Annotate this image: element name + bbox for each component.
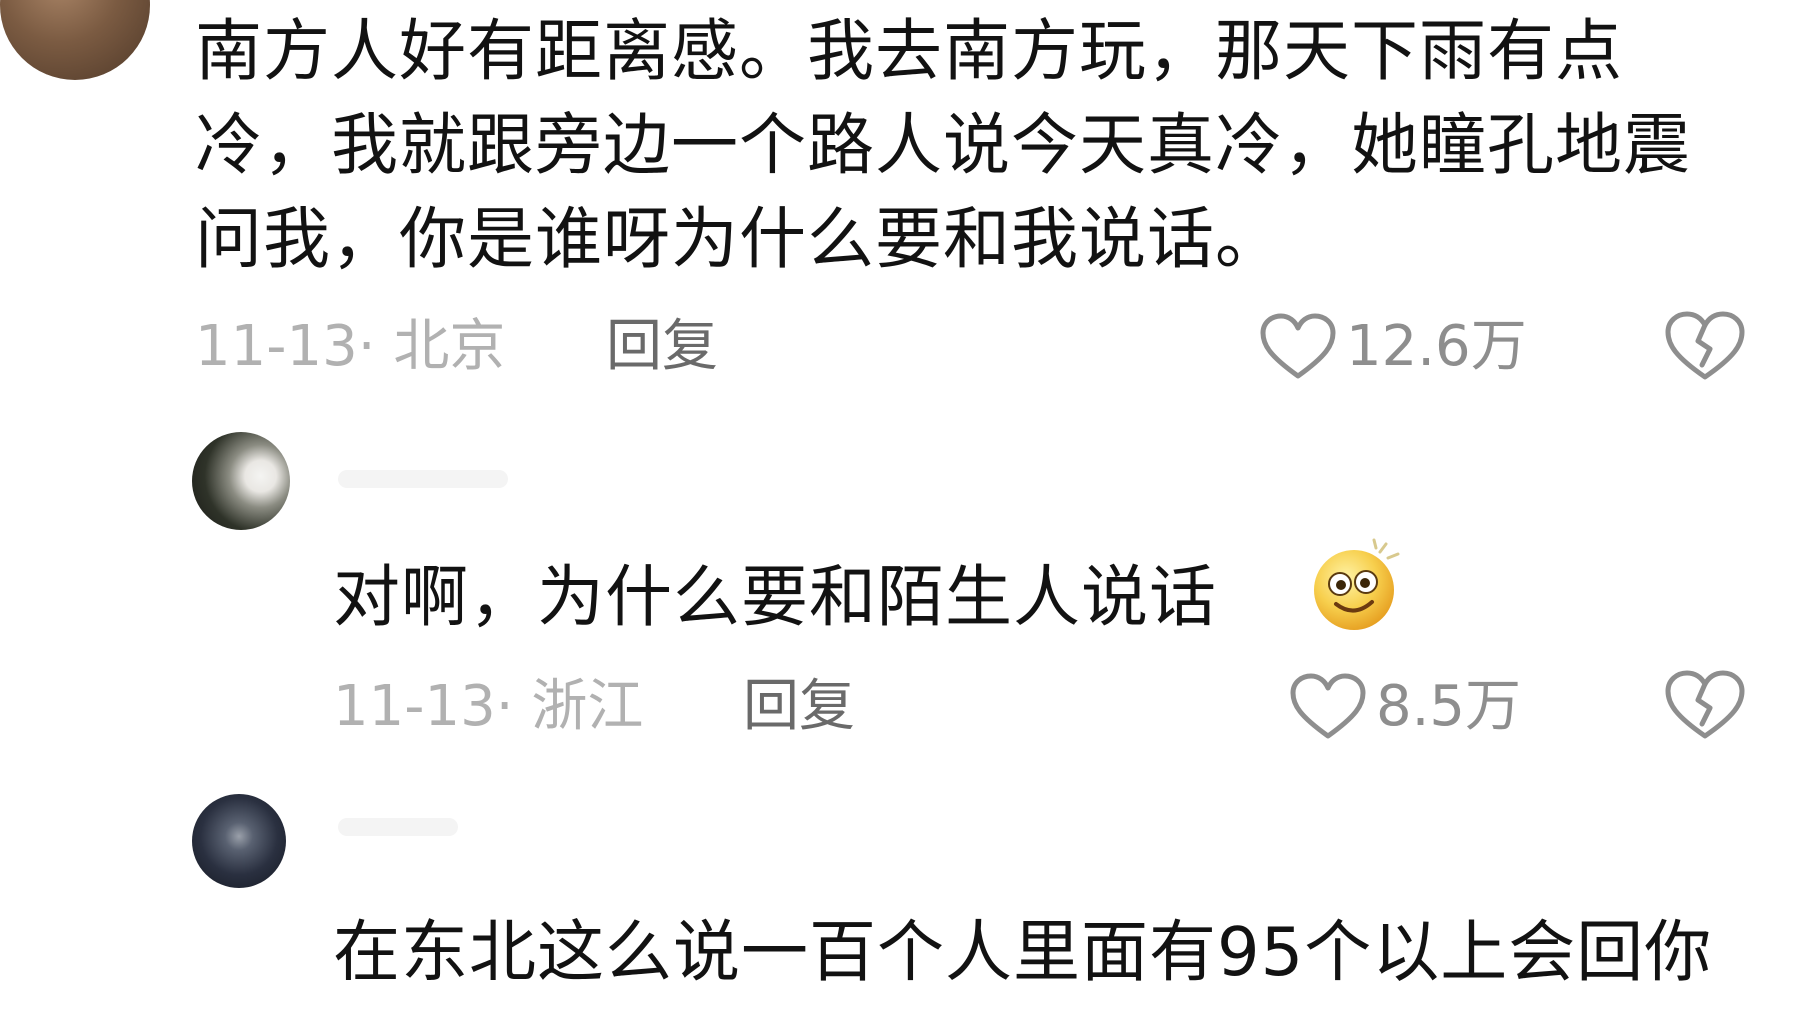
like-button[interactable]: 12.6万 [1258, 312, 1527, 382]
avatar[interactable] [192, 432, 290, 530]
avatar[interactable] [192, 794, 286, 888]
comment-text: 南方人好有距离感。我去南方玩，那天下雨有点冷，我就跟旁边一个路人说今天真冷，她瞳… [195, 12, 1691, 278]
broken-heart-icon [1665, 311, 1745, 380]
comment-date-location: 11-13· 浙江 [333, 674, 644, 739]
comment-meta: 11-13· 北京 [195, 312, 505, 382]
comment-meta: 11-13· 浙江 [333, 672, 643, 742]
dizzy-smile-emoji [1314, 538, 1400, 630]
avatar[interactable] [0, 0, 150, 80]
heart-outline-icon [1260, 313, 1336, 379]
like-button[interactable]: 8.5万 [1288, 672, 1521, 742]
dislike-button[interactable] [1662, 662, 1748, 748]
comment-thread: 南方人好有距离感。我去南方玩，那天下雨有点冷，我就跟旁边一个路人说今天真冷，她瞳… [0, 0, 1813, 1019]
heart-outline-icon [1290, 673, 1366, 739]
broken-heart-icon [1665, 670, 1745, 739]
comment-text: 在东北这么说一百个人里面有95个以上会回你 [333, 913, 1713, 991]
reply-button[interactable]: 回复 [743, 672, 855, 742]
like-count: 12.6万 [1346, 314, 1527, 379]
like-count: 8.5万 [1376, 674, 1522, 739]
reply-button[interactable]: 回复 [606, 312, 718, 382]
username[interactable] [338, 470, 508, 488]
comment-date-location: 11-13· 北京 [195, 314, 506, 379]
username[interactable] [338, 818, 458, 836]
dislike-button[interactable] [1662, 303, 1748, 389]
